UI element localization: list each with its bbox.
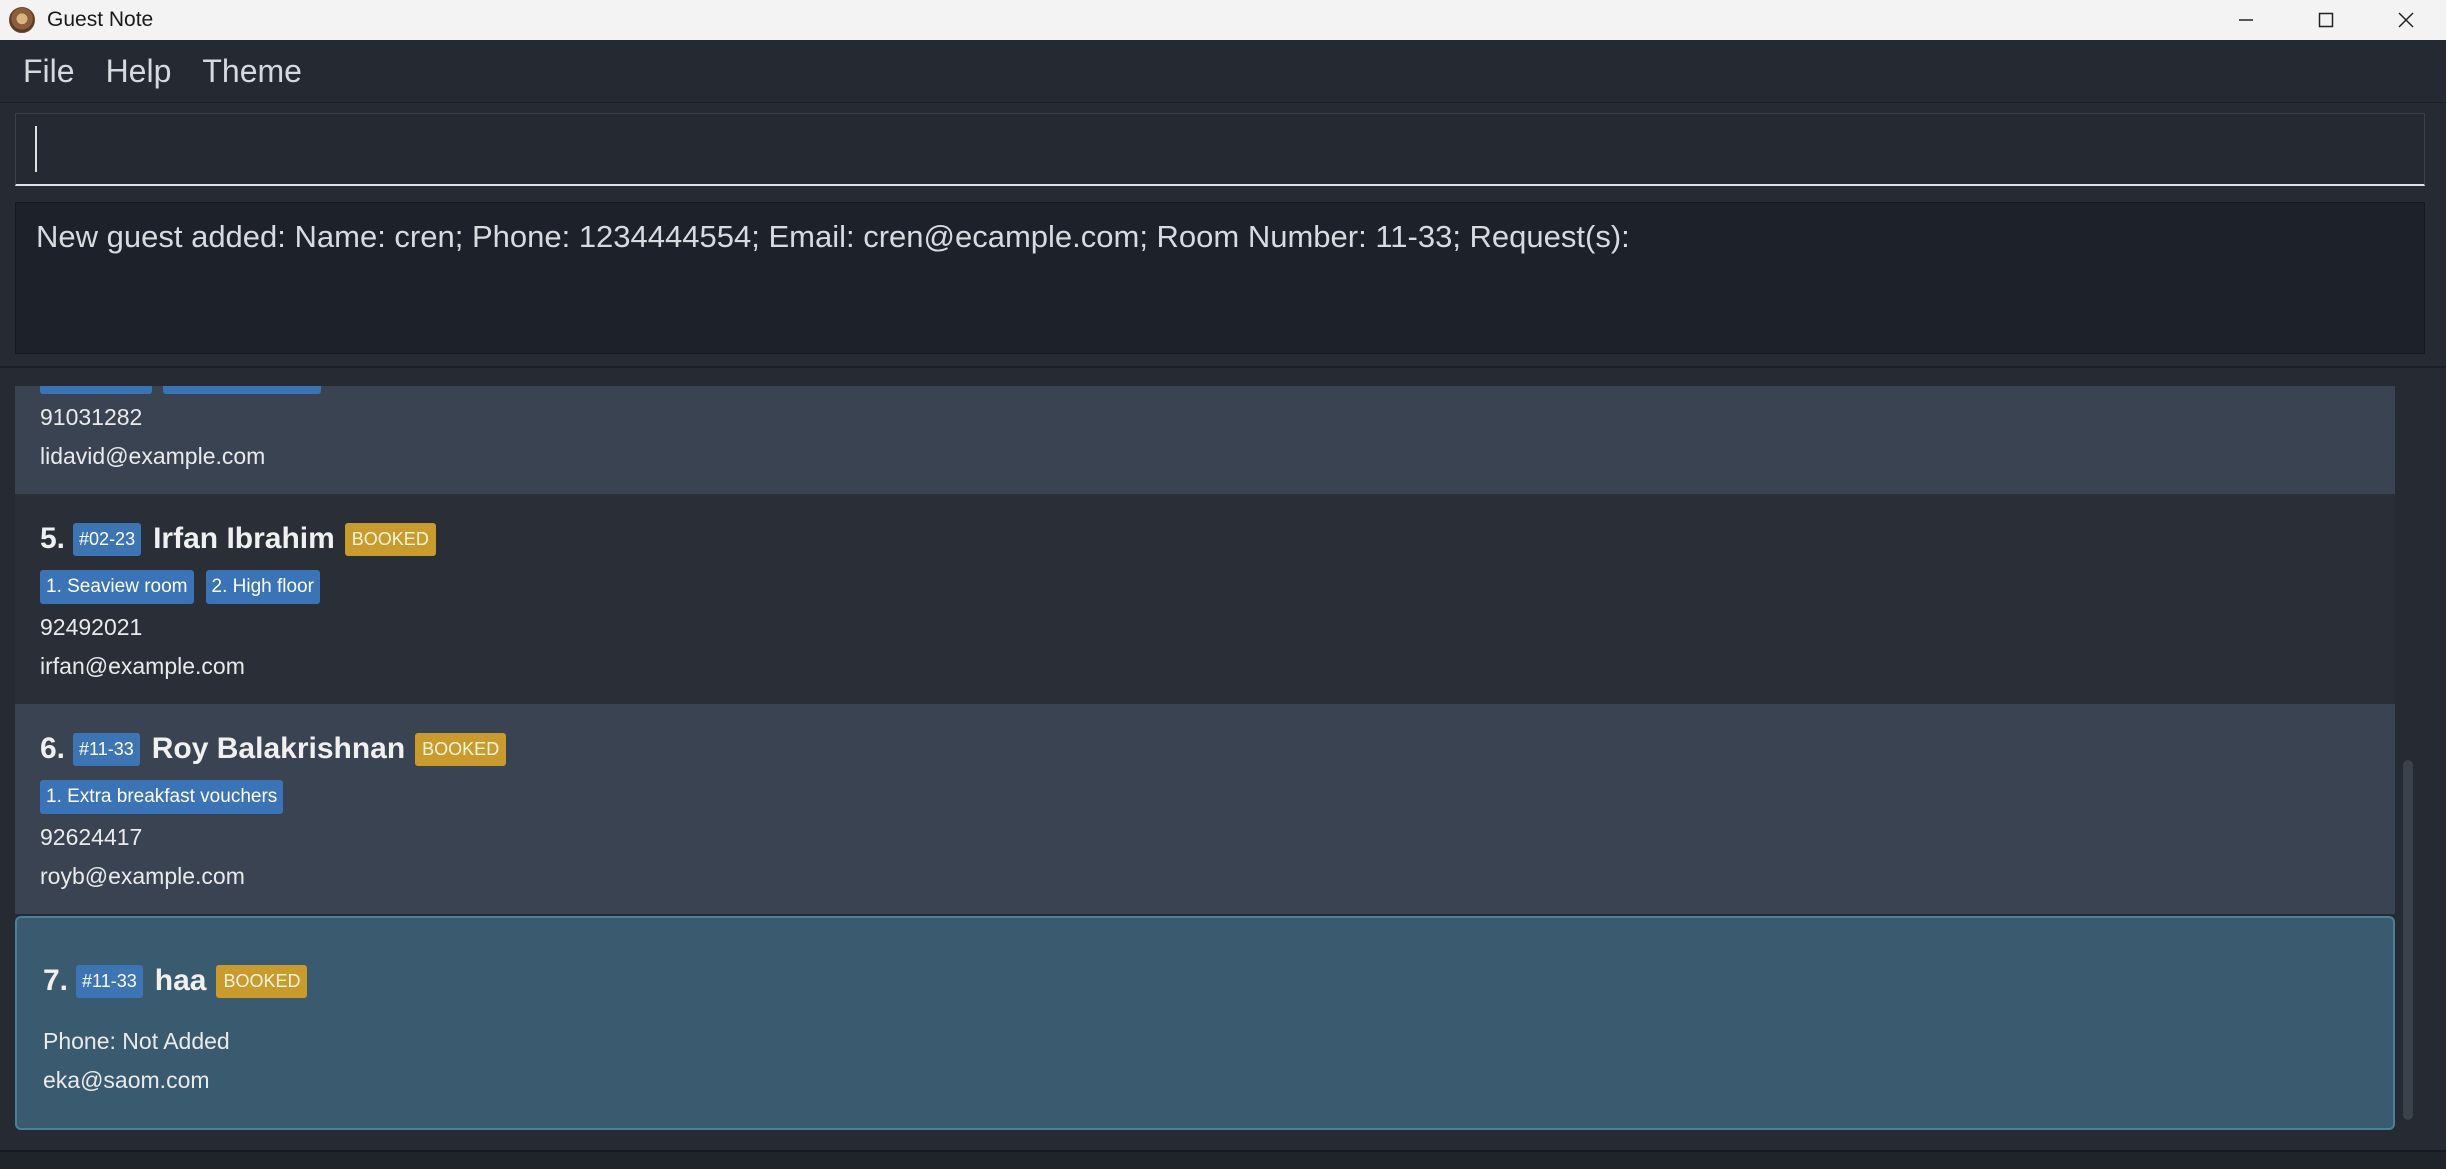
- command-input[interactable]: [16, 114, 2424, 184]
- guest-index: 5.: [40, 522, 66, 555]
- window-controls: [2206, 0, 2446, 40]
- guest-email: royb@example.com: [40, 863, 245, 889]
- guest-card[interactable]: 91031282 lidavid@example.com: [15, 386, 2395, 494]
- status-bar: [0, 1150, 2446, 1169]
- app-logo-icon: [9, 7, 35, 33]
- guest-note-window: Guest Note File Help Theme New guest add…: [0, 0, 2446, 1169]
- maximize-button[interactable]: [2286, 0, 2366, 40]
- request-tag: 1. Extra breakfast vouchers: [40, 780, 284, 814]
- guest-name: haa: [154, 964, 207, 997]
- scrollbar-thumb[interactable]: [2403, 760, 2413, 1120]
- guest-email: lidavid@example.com: [40, 443, 266, 469]
- maximize-icon: [2318, 12, 2334, 28]
- request-list: 1. Seaview room 2. High floor: [40, 570, 332, 604]
- guest-card[interactable]: 6. #11-33 Roy Balakrishnan BOOKED 1. Ext…: [15, 704, 2395, 914]
- guest-phone: 92624417: [40, 824, 143, 850]
- menu-file[interactable]: File: [23, 53, 75, 90]
- room-number-tag: #02-23: [73, 522, 142, 556]
- guest-card-header: 6. #11-33 Roy Balakrishnan BOOKED: [40, 732, 507, 766]
- request-tag-partial: [40, 386, 152, 394]
- command-box: [15, 113, 2425, 186]
- result-display: New guest added: Name: cren; Phone: 1234…: [15, 202, 2425, 354]
- request-list: 1. Extra breakfast vouchers: [40, 780, 295, 814]
- guest-phone: 92492021: [40, 614, 143, 640]
- status-badge: BOOKED: [344, 522, 436, 556]
- minimize-button[interactable]: [2206, 0, 2286, 40]
- guest-card-selected[interactable]: 7. #11-33 haa BOOKED Phone: Not Added ek…: [15, 916, 2395, 1130]
- guest-card-header: 7. #11-33 haa BOOKED: [43, 964, 308, 998]
- request-tag: 2. High floor: [205, 570, 320, 604]
- text-caret: [35, 126, 37, 172]
- guest-name: Roy Balakrishnan: [151, 732, 406, 765]
- result-message: New guest added: Name: cren; Phone: 1234…: [36, 219, 1630, 254]
- guest-index: 7.: [43, 964, 69, 997]
- menu-theme[interactable]: Theme: [202, 53, 302, 90]
- title-bar: Guest Note: [0, 0, 2446, 40]
- minimize-icon: [2239, 19, 2253, 21]
- status-badge: BOOKED: [216, 964, 308, 998]
- guest-email: eka@saom.com: [43, 1067, 210, 1093]
- guest-card[interactable]: 5. #02-23 Irfan Ibrahim BOOKED 1. Seavie…: [15, 494, 2395, 704]
- desktop-edge: [2446, 0, 2460, 1169]
- menu-bar: File Help Theme: [0, 40, 2446, 103]
- guest-email: irfan@example.com: [40, 653, 245, 679]
- vertical-scrollbar[interactable]: [2400, 386, 2414, 1130]
- guest-name: Irfan Ibrahim: [153, 522, 335, 555]
- menu-help[interactable]: Help: [106, 53, 172, 90]
- guest-list[interactable]: 91031282 lidavid@example.com 5. #02-23 I…: [15, 386, 2395, 1130]
- guest-phone: 91031282: [40, 404, 143, 430]
- request-tag-partial: [163, 386, 321, 394]
- divider: [0, 366, 2446, 368]
- room-number-tag: #11-33: [76, 964, 143, 998]
- guest-phone: Phone: Not Added: [43, 1028, 230, 1054]
- window-title: Guest Note: [47, 8, 154, 31]
- status-badge: BOOKED: [415, 732, 507, 766]
- close-icon: [2398, 12, 2414, 28]
- request-tag: 1. Seaview room: [40, 570, 194, 604]
- room-number-tag: #11-33: [73, 732, 140, 766]
- guest-card-header: 5. #02-23 Irfan Ibrahim BOOKED: [40, 522, 436, 556]
- close-button[interactable]: [2366, 0, 2446, 40]
- guest-index: 6.: [40, 732, 66, 765]
